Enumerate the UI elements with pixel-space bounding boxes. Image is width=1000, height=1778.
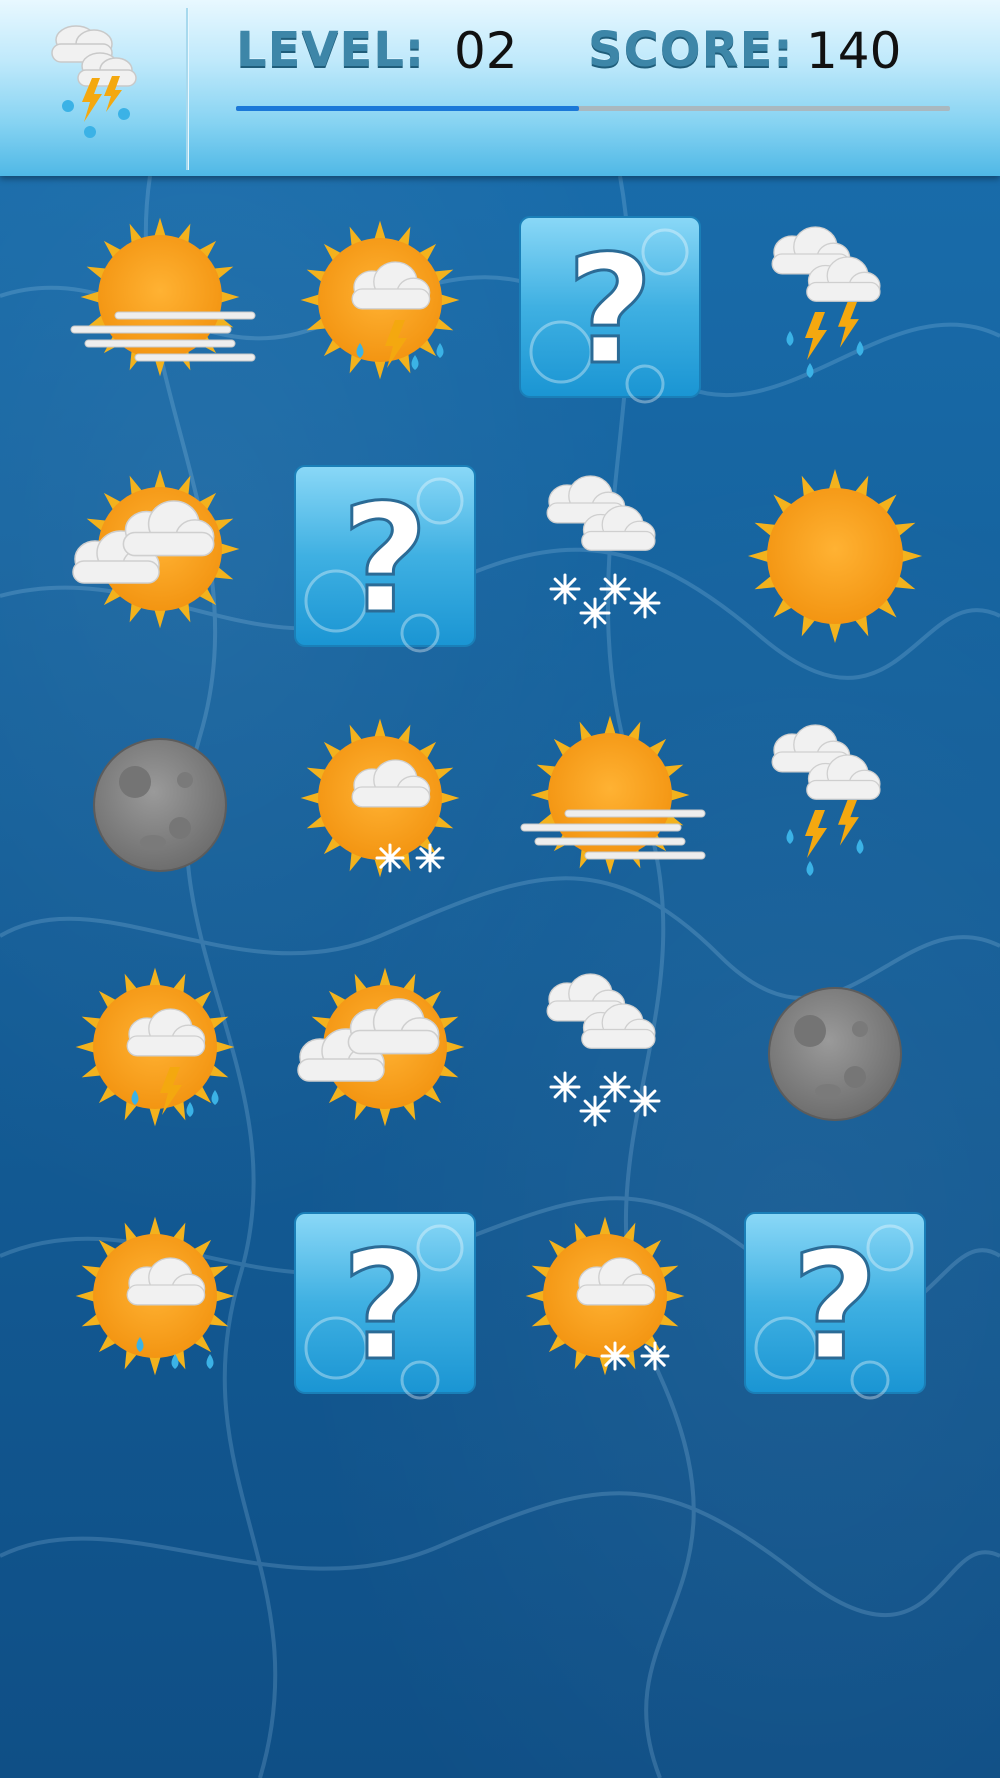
memory-tile-sun-cloudy-icon[interactable]: [65, 461, 255, 651]
memory-tile-sun-fog-icon[interactable]: [515, 710, 706, 900]
header-divider: [186, 8, 188, 170]
level-value: 02: [454, 22, 518, 80]
memory-tile-snow-cloud-icon[interactable]: [515, 959, 705, 1149]
memory-tile-sun-cloudy-icon[interactable]: [290, 959, 480, 1149]
level-progress-fill: [236, 106, 579, 111]
memory-tile-moon-icon[interactable]: [740, 959, 930, 1149]
memory-tile-sun-fog-icon[interactable]: [65, 212, 256, 402]
svg-text:?: ?: [566, 224, 653, 398]
score-label: SCORE:: [588, 22, 794, 78]
memory-tile-thunderstorm-icon[interactable]: [740, 212, 930, 402]
storm-cloud-icon: [38, 14, 148, 144]
memory-tile-sun-snow-icon[interactable]: [515, 1208, 705, 1398]
memory-tile-hidden-card-icon[interactable]: ?: [515, 212, 705, 404]
memory-tile-snow-cloud-icon[interactable]: [515, 461, 705, 651]
memory-tile-hidden-card-icon[interactable]: ?: [290, 461, 480, 653]
memory-tile-hidden-card-icon[interactable]: ?: [290, 1208, 480, 1400]
memory-tile-moon-icon[interactable]: [65, 710, 255, 900]
svg-text:?: ?: [341, 473, 428, 647]
memory-tile-hidden-card-icon[interactable]: ?: [740, 1208, 930, 1400]
memory-tile-sun-snow-icon[interactable]: [290, 710, 480, 900]
level-progress-bar: [236, 106, 950, 111]
top-bar: LEVEL: 02 SCORE: 140: [0, 0, 1000, 176]
level-label: LEVEL:: [236, 22, 426, 78]
svg-text:?: ?: [341, 1220, 428, 1394]
memory-tile-sun-storm-icon[interactable]: [290, 212, 480, 402]
memory-tile-sun-storm-icon[interactable]: [65, 959, 255, 1149]
svg-text:?: ?: [791, 1220, 878, 1394]
memory-tile-sun-icon[interactable]: [740, 461, 930, 651]
memory-tile-thunderstorm-icon[interactable]: [740, 710, 930, 900]
score-value: 140: [806, 22, 902, 80]
memory-tile-sun-rain-icon[interactable]: [65, 1208, 255, 1398]
